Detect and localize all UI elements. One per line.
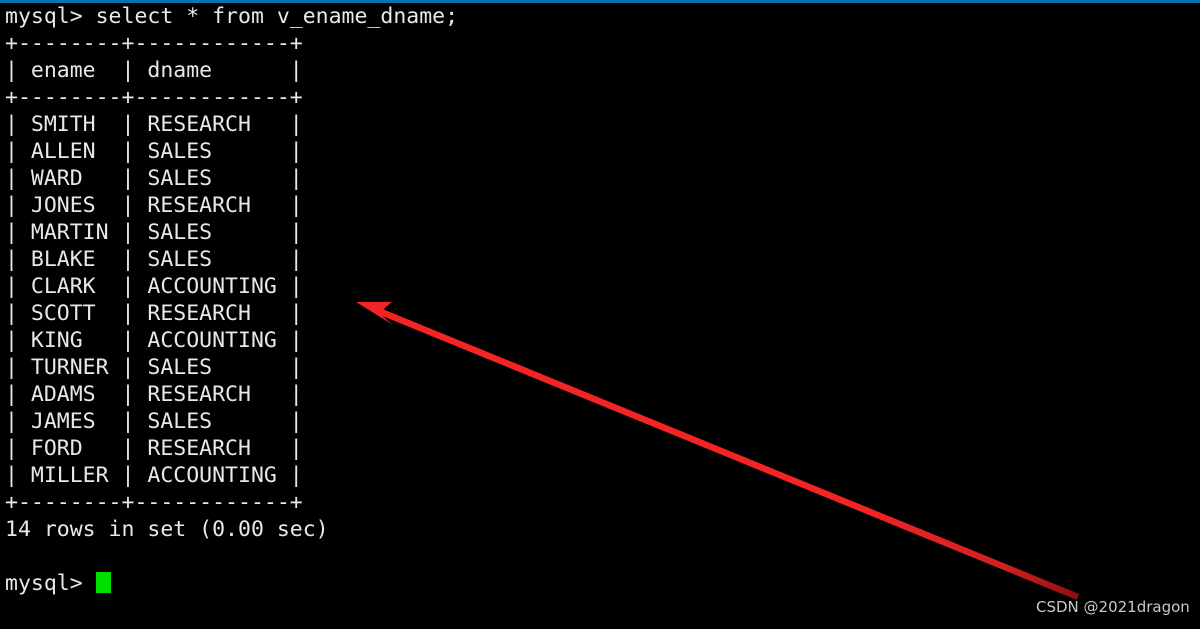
text-cursor: [95, 572, 111, 593]
table-row: | JAMES | SALES |: [5, 409, 303, 434]
shell-prompt-label: mysql>: [5, 571, 96, 596]
table-separator-top: +--------+------------+: [5, 31, 303, 56]
result-status-line: 14 rows in set (0.00 sec): [5, 517, 329, 542]
table-separator-header: +--------+------------+: [5, 85, 303, 110]
command-line: mysql> select * from v_ename_dname;: [5, 4, 459, 29]
table-row: | JONES | RESEARCH |: [5, 193, 303, 218]
table-header-row: | ename | dname |: [5, 58, 303, 83]
terminal-output[interactable]: mysql> select * from v_ename_dname; +---…: [5, 3, 1195, 597]
table-row: | KING | ACCOUNTING |: [5, 328, 303, 353]
table-row: | ADAMS | RESEARCH |: [5, 382, 303, 407]
table-row: | MARTIN | SALES |: [5, 220, 303, 245]
watermark: CSDN @2021dragon: [1036, 598, 1190, 616]
table-row: | MILLER | ACCOUNTING |: [5, 463, 303, 488]
table-row: | WARD | SALES |: [5, 166, 303, 191]
table-row: | SCOTT | RESEARCH |: [5, 301, 303, 326]
table-row: | CLARK | ACCOUNTING |: [5, 274, 303, 299]
table-row: | BLAKE | SALES |: [5, 247, 303, 272]
table-separator-bottom: +--------+------------+: [5, 490, 303, 515]
terminal-screen: mysql> select * from v_ename_dname; +---…: [0, 0, 1200, 629]
table-row: | ALLEN | SALES |: [5, 139, 303, 164]
table-row: | SMITH | RESEARCH |: [5, 112, 303, 137]
shell-prompt-line[interactable]: mysql>: [5, 570, 1195, 597]
table-row: | TURNER | SALES |: [5, 355, 303, 380]
table-row: | FORD | RESEARCH |: [5, 436, 303, 461]
